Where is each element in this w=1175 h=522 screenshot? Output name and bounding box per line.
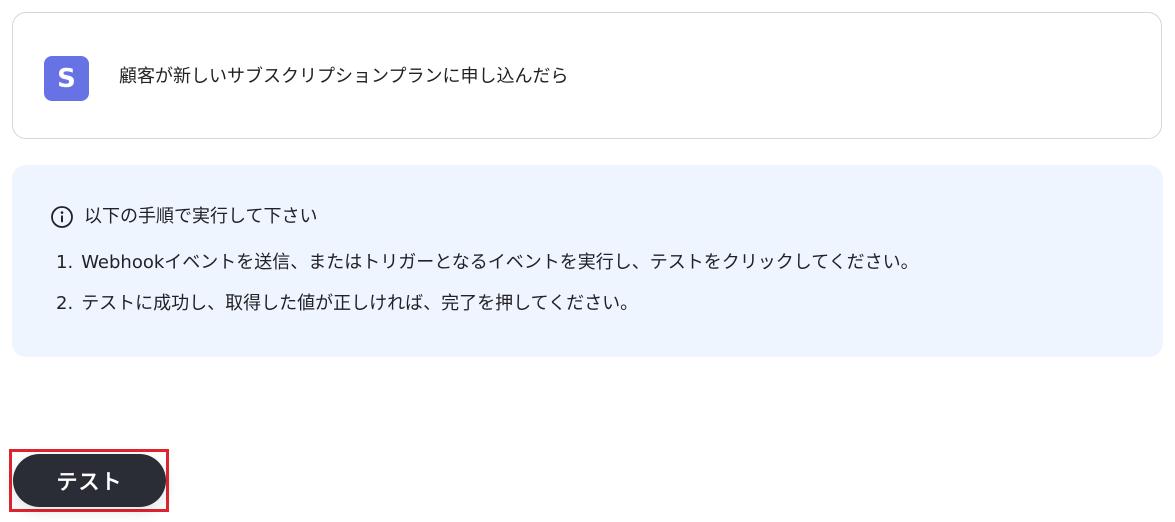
step-text: Webhookイベントを送信、またはトリガーとなるイベントを実行し、テストをクリ… <box>81 252 919 273</box>
trigger-title: 顧客が新しいサブスクリプションプランに申し込んだら <box>119 66 569 87</box>
info-circle-icon <box>50 205 74 229</box>
instructions-heading: 以下の手順で実行して下さい <box>84 206 318 227</box>
test-button[interactable]: テスト <box>13 454 166 507</box>
instructions-header: 以下の手順で実行して下さい <box>50 205 317 229</box>
step-text: テストに成功し、取得した値が正しければ、完了を押してください。 <box>81 293 639 314</box>
step-number: 1. <box>56 252 74 273</box>
step-number: 2. <box>56 293 74 314</box>
trigger-card: S 顧客が新しいサブスクリプションプランに申し込んだら <box>12 12 1162 139</box>
instruction-step: 1. Webhookイベントを送信、またはトリガーとなるイベントを実行し、テストを… <box>56 251 919 275</box>
app-icon-letter: S <box>57 63 76 94</box>
instructions-panel: 以下の手順で実行して下さい 1. Webhookイベントを送信、またはトリガーとな… <box>12 165 1163 357</box>
stripe-app-icon: S <box>44 56 89 101</box>
instruction-step: 2. テストに成功し、取得した値が正しければ、完了を押してください。 <box>56 292 638 316</box>
